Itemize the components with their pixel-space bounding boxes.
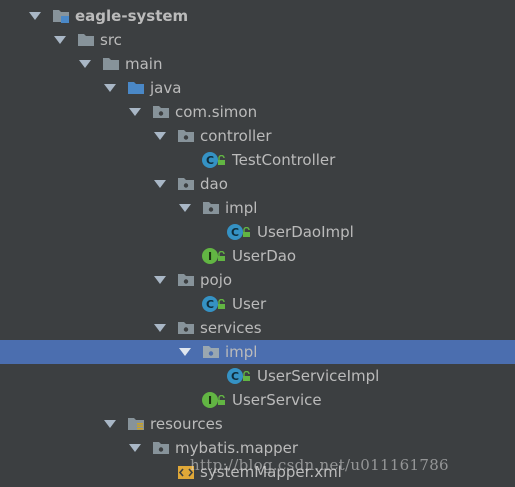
expand-arrow-icon[interactable] bbox=[78, 57, 92, 71]
tree-row-main[interactable]: main bbox=[0, 52, 515, 76]
tree-row-label: UserService bbox=[232, 391, 322, 409]
package-icon bbox=[177, 176, 195, 192]
expand-arrow-icon[interactable] bbox=[103, 417, 117, 431]
interface-icon: I bbox=[202, 392, 218, 408]
expand-arrow-icon[interactable] bbox=[153, 177, 167, 191]
expand-arrow-icon[interactable] bbox=[178, 345, 192, 359]
class-icon: C bbox=[227, 224, 243, 240]
tree-row-services-impl[interactable]: impl bbox=[0, 340, 515, 364]
package-icon bbox=[152, 440, 170, 456]
tree-row-services[interactable]: services bbox=[0, 316, 515, 340]
package-icon bbox=[177, 272, 195, 288]
expand-arrow-icon[interactable] bbox=[128, 105, 142, 119]
tree-row-src[interactable]: src bbox=[0, 28, 515, 52]
tree-row-label: eagle-system bbox=[75, 7, 189, 25]
tree-row-com-simon[interactable]: com.simon bbox=[0, 100, 515, 124]
tree-row-label: com.simon bbox=[175, 103, 258, 121]
tree-row-label: src bbox=[100, 31, 122, 49]
tree-row-label: resources bbox=[150, 415, 223, 433]
expand-arrow-icon[interactable] bbox=[28, 9, 42, 23]
tree-row-testcontroller[interactable]: C TestController bbox=[0, 148, 515, 172]
tree-row-label: dao bbox=[200, 175, 228, 193]
folder-icon bbox=[77, 32, 95, 48]
tree-row-dao-impl[interactable]: impl bbox=[0, 196, 515, 220]
expand-arrow-icon[interactable] bbox=[178, 201, 192, 215]
class-icon: C bbox=[202, 152, 218, 168]
tree-row-mybatis-mapper[interactable]: mybatis.mapper bbox=[0, 436, 515, 460]
tree-row-userservice[interactable]: I UserService bbox=[0, 388, 515, 412]
tree-row-label: controller bbox=[200, 127, 272, 145]
tree-row-label: UserServiceImpl bbox=[257, 367, 380, 385]
tree-row-userdao[interactable]: I UserDao bbox=[0, 244, 515, 268]
folder-icon bbox=[102, 56, 120, 72]
tree-row-label: TestController bbox=[232, 151, 336, 169]
module-folder-icon bbox=[52, 8, 70, 24]
expand-arrow-icon[interactable] bbox=[153, 273, 167, 287]
expand-arrow-icon[interactable] bbox=[153, 129, 167, 143]
tree-row-label: impl bbox=[225, 199, 258, 217]
lock-icon bbox=[242, 370, 251, 382]
package-icon bbox=[177, 128, 195, 144]
project-tree: eagle-system src main java com.simon con… bbox=[0, 4, 515, 484]
tree-row-label: UserDaoImpl bbox=[257, 223, 354, 241]
lock-icon bbox=[217, 250, 226, 262]
expand-arrow-icon[interactable] bbox=[53, 33, 67, 47]
resources-folder-icon bbox=[127, 416, 145, 432]
tree-row-userdaoimpl[interactable]: C UserDaoImpl bbox=[0, 220, 515, 244]
lock-icon bbox=[217, 154, 226, 166]
tree-row-eagle-system[interactable]: eagle-system bbox=[0, 4, 515, 28]
tree-row-systemmapper-xml[interactable]: systemMapper.xml bbox=[0, 460, 515, 484]
tree-row-userserviceimpl[interactable]: C UserServiceImpl bbox=[0, 364, 515, 388]
tree-row-label: pojo bbox=[200, 271, 233, 289]
expand-arrow-icon[interactable] bbox=[153, 321, 167, 335]
package-icon bbox=[177, 320, 195, 336]
tree-row-label: systemMapper.xml bbox=[200, 463, 342, 481]
tree-row-java[interactable]: java bbox=[0, 76, 515, 100]
lock-icon bbox=[242, 226, 251, 238]
tree-row-controller[interactable]: controller bbox=[0, 124, 515, 148]
tree-row-label: impl bbox=[225, 343, 258, 361]
interface-icon: I bbox=[202, 248, 218, 264]
package-icon bbox=[152, 104, 170, 120]
xml-file-icon bbox=[177, 464, 195, 480]
tree-row-label: mybatis.mapper bbox=[175, 439, 299, 457]
tree-row-user[interactable]: C User bbox=[0, 292, 515, 316]
expand-arrow-icon[interactable] bbox=[128, 441, 142, 455]
package-icon bbox=[202, 344, 220, 360]
tree-row-resources[interactable]: resources bbox=[0, 412, 515, 436]
package-icon bbox=[202, 200, 220, 216]
tree-row-label: UserDao bbox=[232, 247, 297, 265]
expand-arrow-icon[interactable] bbox=[103, 81, 117, 95]
class-icon: C bbox=[202, 296, 218, 312]
class-icon: C bbox=[227, 368, 243, 384]
source-folder-icon bbox=[127, 80, 145, 96]
tree-row-pojo[interactable]: pojo bbox=[0, 268, 515, 292]
tree-row-label: User bbox=[232, 295, 267, 313]
lock-icon bbox=[217, 298, 226, 310]
tree-row-dao[interactable]: dao bbox=[0, 172, 515, 196]
tree-row-label: services bbox=[200, 319, 262, 337]
lock-icon bbox=[217, 394, 226, 406]
tree-row-label: main bbox=[125, 55, 163, 73]
tree-row-label: java bbox=[150, 79, 182, 97]
